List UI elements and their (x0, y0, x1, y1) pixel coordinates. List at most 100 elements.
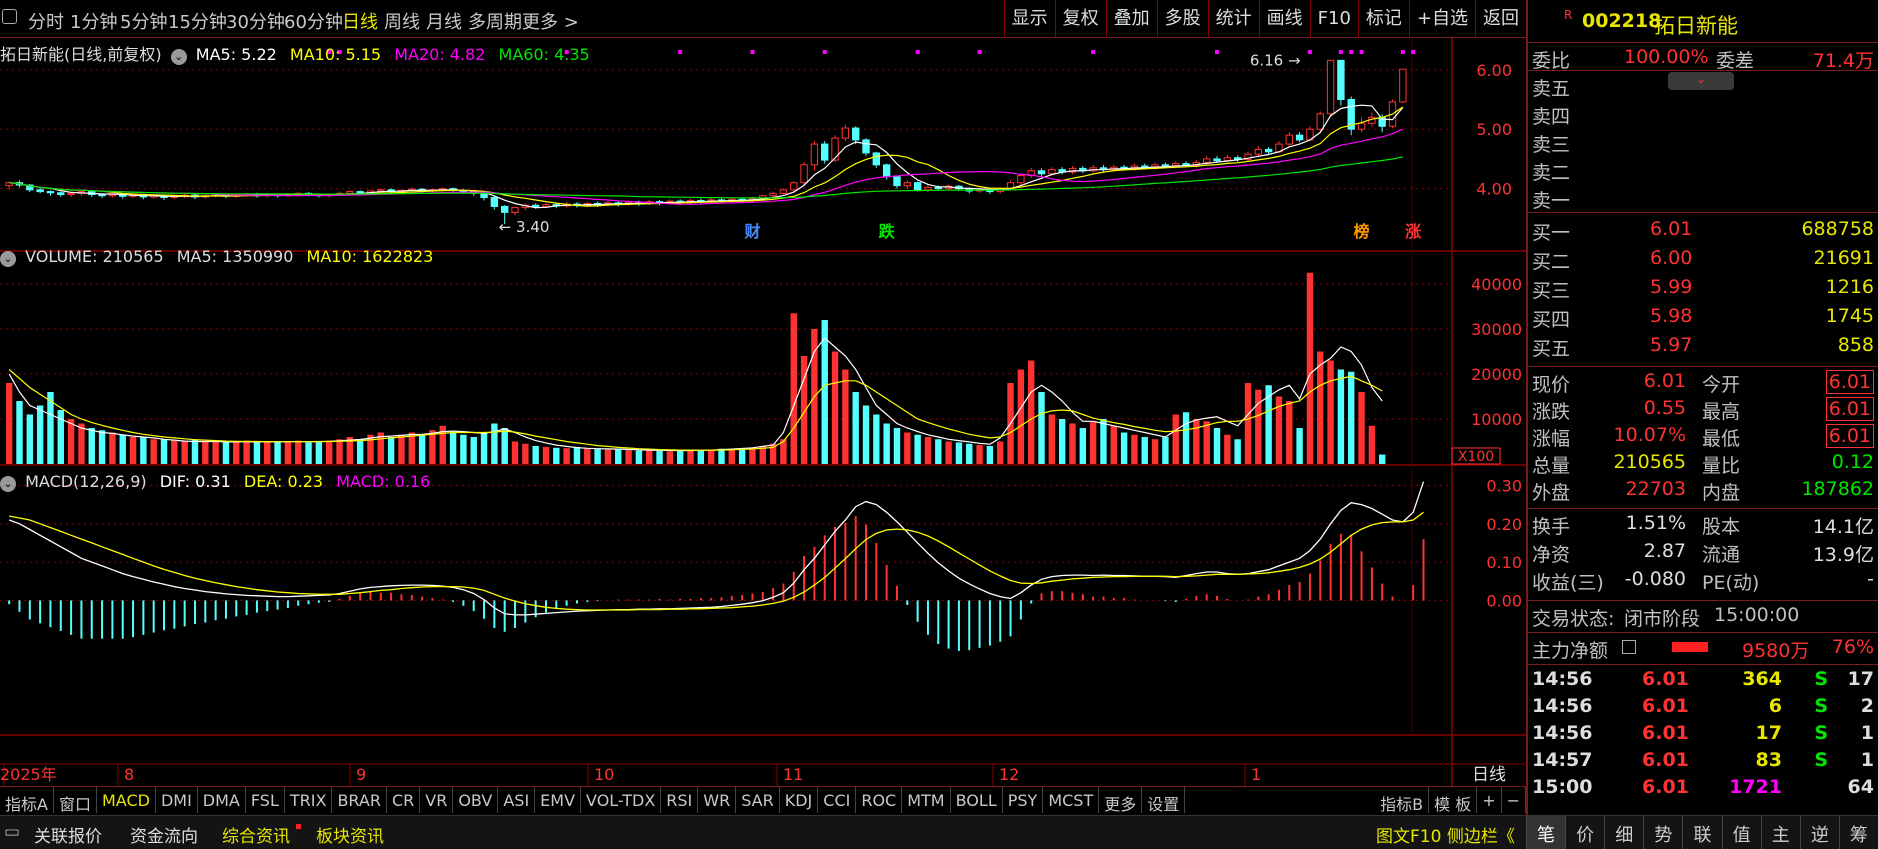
volume-bar[interactable] (522, 443, 529, 464)
volume-bar[interactable] (573, 446, 581, 464)
volume-bar[interactable] (1162, 437, 1169, 464)
candle[interactable] (851, 126, 860, 145)
volume-bar[interactable] (1017, 369, 1025, 465)
volume-bar[interactable] (387, 437, 395, 464)
indicator-tab-17[interactable]: KDJ (780, 787, 819, 813)
volume-bar[interactable] (738, 448, 746, 464)
volume-bar[interactable] (36, 405, 44, 465)
indicator-tab-20[interactable]: MTM (902, 787, 951, 813)
volume-bar[interactable] (1182, 412, 1190, 464)
candle[interactable] (511, 206, 519, 216)
indicator-tab-2[interactable]: MACD (97, 787, 156, 813)
candle[interactable] (1244, 151, 1252, 162)
period-tab-4[interactable]: 30分钟 (226, 8, 285, 34)
volume-bar[interactable] (1224, 434, 1231, 464)
indicator-right-1[interactable]: 模 板 (1429, 787, 1478, 814)
volume-bar[interactable] (553, 447, 560, 464)
indicator-tab-21[interactable]: BOLL (951, 787, 1003, 813)
candle[interactable] (1295, 132, 1304, 143)
volume-bar[interactable] (1089, 421, 1097, 464)
status-f10-sidebar[interactable]: 图文F10 侧边栏《 (1376, 822, 1515, 847)
volume-bar[interactable] (26, 414, 34, 465)
volume-bar[interactable] (1306, 272, 1314, 464)
window-icon[interactable]: ▭ (4, 822, 20, 842)
candle[interactable] (1068, 166, 1077, 175)
indicator-tab-23[interactable]: MCST (1043, 787, 1100, 813)
toolbar-button-6[interactable]: F10 (1309, 0, 1358, 38)
candle[interactable] (841, 124, 850, 142)
volume-bar[interactable] (615, 448, 622, 464)
volume-bar[interactable] (140, 437, 147, 464)
volume-bar[interactable] (16, 401, 23, 464)
volume-bar[interactable] (883, 423, 890, 465)
volume-bar[interactable] (1368, 425, 1376, 464)
chevron-down-icon[interactable]: ⌄ (170, 49, 187, 65)
volume-bar[interactable] (625, 450, 632, 464)
volume-bar[interactable] (1337, 369, 1345, 465)
volume-bar[interactable] (986, 446, 994, 464)
side-tab-6[interactable]: 主 (1760, 815, 1800, 849)
volume-bar[interactable] (305, 442, 312, 464)
volume-bar[interactable] (532, 446, 539, 464)
volume-bar[interactable] (966, 443, 973, 464)
indicator-tab-1[interactable]: 窗口 (54, 787, 97, 814)
indicator-right-0[interactable]: 指标B (1375, 787, 1430, 814)
toolbar-button-0[interactable]: 显示 (1003, 0, 1055, 38)
volume-bar[interactable] (1193, 419, 1200, 464)
volume-bar[interactable] (398, 434, 405, 464)
volume-bar[interactable] (718, 448, 725, 464)
candle[interactable] (1089, 164, 1097, 173)
volume-bar[interactable] (790, 313, 797, 464)
volume-bar[interactable] (1317, 351, 1324, 465)
indicator-tab-18[interactable]: CCI (818, 787, 857, 813)
candle[interactable] (1079, 166, 1087, 174)
volume-bar[interactable] (542, 446, 550, 464)
candle[interactable] (490, 196, 499, 210)
volume-bar[interactable] (460, 434, 467, 464)
side-tab-8[interactable]: 筹 (1838, 815, 1878, 849)
indicator-tab-15[interactable]: WR (698, 787, 737, 813)
volume-bar[interactable] (1203, 421, 1210, 464)
indicator-tab-5[interactable]: FSL (246, 787, 285, 813)
candle[interactable] (862, 138, 870, 156)
period-tab-3[interactable]: 15分钟 (168, 8, 227, 34)
indicator-tab-19[interactable]: ROC (856, 787, 903, 813)
volume-bar[interactable] (676, 450, 684, 465)
volume-bar[interactable] (202, 441, 209, 465)
volume-bar[interactable] (418, 434, 426, 464)
candle[interactable] (779, 188, 788, 195)
volume-bar[interactable] (893, 428, 901, 464)
indicator-tab-11[interactable]: ASI (498, 787, 536, 813)
volume-bar[interactable] (295, 440, 302, 464)
candle[interactable] (1254, 145, 1263, 157)
indicator-tab-10[interactable]: OBV (453, 787, 499, 813)
indicator-tab-4[interactable]: DMA (198, 787, 246, 813)
volume-bar[interactable] (945, 441, 952, 465)
doc-icon[interactable] (1622, 640, 1636, 654)
indicator-tab-24[interactable]: 更多 (1099, 787, 1143, 814)
indicator-tab-6[interactable]: TRIX (285, 787, 333, 813)
volume-bar[interactable] (976, 445, 983, 464)
side-tab-2[interactable]: 细 (1604, 815, 1643, 849)
status-capital-flow[interactable]: 资金流向 (130, 822, 198, 847)
volume-bar[interactable] (584, 448, 591, 464)
side-tab-7[interactable]: 逆 (1799, 815, 1839, 849)
candle[interactable] (893, 175, 901, 189)
kline-chart[interactable]: 6.00 5.00 4.00 40000 30000 20000 10000 X100 0.30… (0, 38, 1526, 786)
volume-bar[interactable] (1048, 414, 1056, 465)
volume-bar[interactable] (336, 439, 343, 464)
toolbar-button-8[interactable]: +自选 (1408, 0, 1475, 38)
toolbar-button-7[interactable]: 标记 (1357, 0, 1409, 38)
indicator-right-2[interactable]: + (1477, 787, 1502, 813)
volume-bar[interactable] (284, 441, 292, 465)
event-marker[interactable]: 财 (743, 222, 760, 241)
period-tab-5[interactable]: 60分钟 (284, 8, 343, 34)
volume-bar[interactable] (408, 432, 415, 465)
period-tab-2[interactable]: 5分钟 (120, 8, 167, 34)
indicator-tab-14[interactable]: RSI (661, 787, 699, 813)
volume-bar[interactable] (491, 423, 498, 465)
period-tab-6[interactable]: 日线 (342, 8, 378, 34)
volume-bar[interactable] (862, 405, 870, 465)
volume-bar[interactable] (1378, 454, 1386, 464)
volume-bar[interactable] (233, 441, 240, 465)
